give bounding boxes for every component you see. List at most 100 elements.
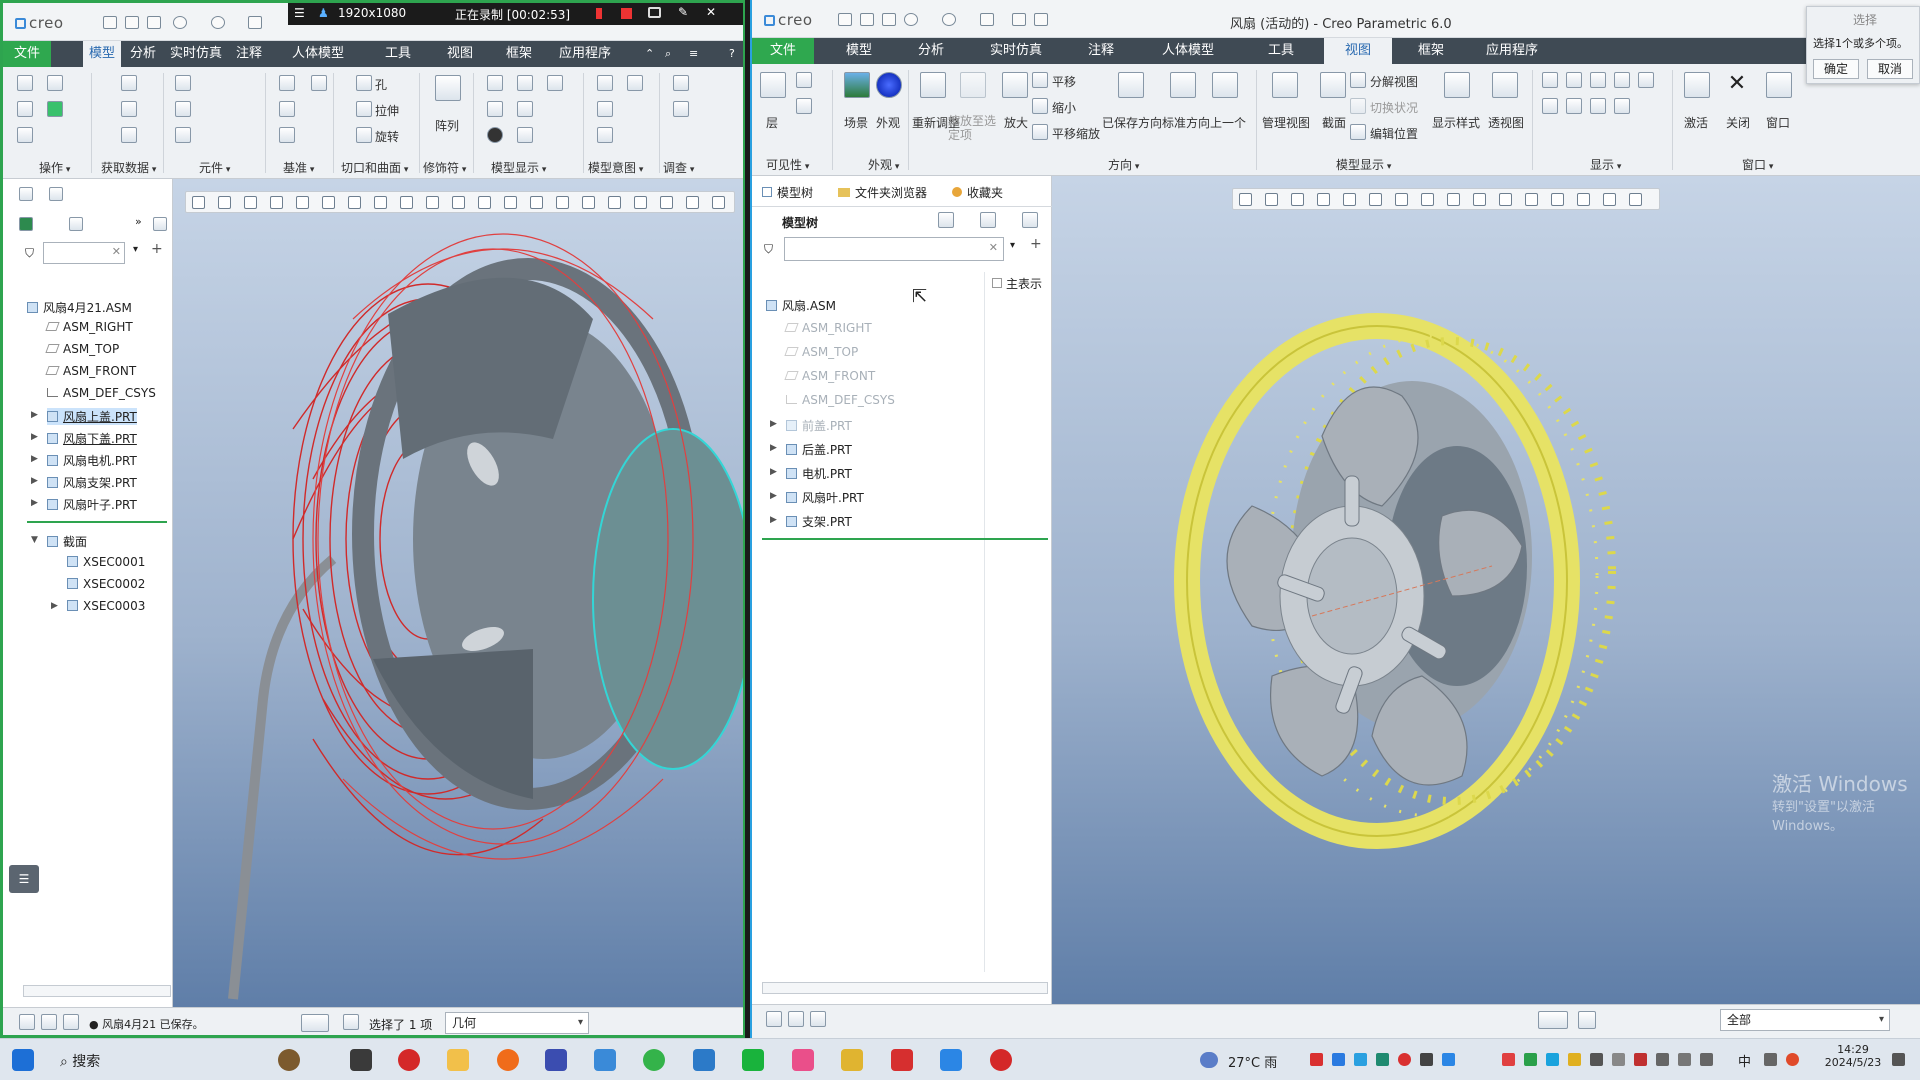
tray-icon[interactable] xyxy=(1398,1053,1411,1066)
wps-office-icon[interactable] xyxy=(891,1049,913,1071)
search-icon[interactable]: ⌕ xyxy=(659,41,677,67)
appearance-icon[interactable] xyxy=(876,72,902,98)
section-icon[interactable] xyxy=(1320,72,1346,98)
undo-icon[interactable] xyxy=(904,13,918,26)
repeat-icon[interactable] xyxy=(175,127,191,143)
annotation-display-icon[interactable] xyxy=(1638,72,1654,88)
measure-icon[interactable] xyxy=(673,75,689,91)
group-model-intent[interactable]: 模型意图 xyxy=(588,159,643,176)
window-icon[interactable] xyxy=(1766,72,1792,98)
tree-search-input[interactable]: ✕ xyxy=(43,242,125,264)
expand-arrow[interactable]: ▶ xyxy=(770,443,777,453)
collapse-ribbon-icon[interactable]: ⌃ xyxy=(639,41,660,67)
expand-arrow[interactable]: ▶ xyxy=(31,476,38,486)
search-dropdown-icon[interactable]: ▾ xyxy=(1010,240,1015,251)
group-appearance[interactable]: 外观 xyxy=(868,156,899,173)
point-display-icon[interactable] xyxy=(1590,72,1606,88)
open-icon[interactable] xyxy=(860,13,874,26)
manage-views-icon[interactable] xyxy=(1272,72,1298,98)
family-table-icon[interactable] xyxy=(597,101,613,117)
insert-indicator[interactable] xyxy=(27,521,167,523)
tab-human-model[interactable]: 人体模型 xyxy=(286,41,350,67)
regenerate-icon[interactable] xyxy=(980,13,994,26)
tab-analysis[interactable]: 分析 xyxy=(912,38,950,64)
paste-icon[interactable] xyxy=(17,127,33,143)
section-label[interactable]: 截面 xyxy=(1322,114,1346,131)
model-tree-icon[interactable] xyxy=(19,187,33,201)
task-view-icon[interactable] xyxy=(350,1049,372,1071)
tree-item-xsec2[interactable]: XSEC0002 xyxy=(67,577,145,591)
explode-icon[interactable] xyxy=(517,127,533,143)
tab-view[interactable]: 视图 xyxy=(1324,38,1392,64)
tray-icon[interactable] xyxy=(1590,1053,1603,1066)
zoom-to-selected-icon[interactable] xyxy=(960,72,986,98)
edit-position-icon[interactable] xyxy=(1350,124,1366,140)
standard-orientation-icon[interactable] xyxy=(1170,72,1196,98)
horizontal-scrollbar[interactable] xyxy=(23,985,171,997)
ok-button[interactable]: 确定 xyxy=(1813,59,1859,79)
hide-icon[interactable] xyxy=(796,72,812,88)
appearance-icon[interactable] xyxy=(487,101,503,117)
tree-item-bracket[interactable]: 支架.PRT xyxy=(786,513,852,530)
selection-filter-dropdown[interactable]: 几何 xyxy=(445,1012,589,1034)
tab-applications[interactable]: 应用程序 xyxy=(553,41,617,67)
tree-item-xsec3[interactable]: XSEC0003 xyxy=(67,599,145,613)
plane-display-icon[interactable] xyxy=(1542,72,1558,88)
zoom-out-label[interactable]: 缩小 xyxy=(1052,99,1076,116)
point-tag-icon[interactable] xyxy=(1590,98,1606,114)
sogou-icon[interactable] xyxy=(1786,1053,1799,1066)
tree-toggle-icon[interactable] xyxy=(766,1011,782,1027)
tree-item-motor[interactable]: 电机.PRT xyxy=(786,465,852,482)
tree-item-bracket[interactable]: 风扇支架.PRT xyxy=(47,474,137,491)
options-icon[interactable]: ≡ xyxy=(683,41,704,67)
layers-label[interactable]: 层 xyxy=(766,114,778,131)
tab-model[interactable]: 模型 xyxy=(83,41,122,67)
recorder-app-icon[interactable] xyxy=(398,1049,420,1071)
save-icon[interactable] xyxy=(882,13,896,26)
new-icon[interactable] xyxy=(838,13,852,26)
tab-framework[interactable]: 框架 xyxy=(1412,38,1450,64)
windows-start-icon[interactable] xyxy=(12,1049,34,1071)
switch-dims-icon[interactable] xyxy=(597,127,613,143)
tab-simulation[interactable]: 实时仿真 xyxy=(164,41,228,67)
microphone-icon[interactable] xyxy=(1700,1053,1713,1066)
tab-applications[interactable]: 应用程序 xyxy=(1480,38,1544,64)
firefox-icon[interactable] xyxy=(497,1049,519,1071)
tree-item-xsec1[interactable]: XSEC0001 xyxy=(67,555,145,569)
standard-orientation-label[interactable]: 标准方向 xyxy=(1162,114,1210,131)
expand-icon[interactable]: » xyxy=(135,215,142,228)
group-operations[interactable]: 操作 xyxy=(39,159,70,176)
assemble-icon[interactable] xyxy=(175,75,191,91)
group-show[interactable]: 显示 xyxy=(1590,156,1621,173)
clock[interactable]: 14:29 2024/5/23 xyxy=(1818,1043,1888,1069)
browser-toggle-icon[interactable] xyxy=(788,1011,804,1027)
tray-icon[interactable] xyxy=(1546,1053,1559,1066)
tree-item-blade[interactable]: 风扇叶子.PRT xyxy=(47,496,137,513)
pattern-label[interactable]: 阵列 xyxy=(435,117,459,134)
perspective-icon[interactable] xyxy=(1492,72,1518,98)
section-icon[interactable] xyxy=(547,75,563,91)
pan-zoom-icon[interactable] xyxy=(1032,124,1048,140)
tray-icon[interactable] xyxy=(1634,1053,1647,1066)
revolve-icon[interactable] xyxy=(356,127,372,143)
tree-item-front-cover[interactable]: 前盖.PRT xyxy=(786,417,852,434)
tree-item-assembly[interactable]: 风扇4月21.ASM xyxy=(27,299,132,316)
zoom-in-label[interactable]: 放大 xyxy=(1004,114,1028,131)
redo-icon[interactable] xyxy=(211,16,225,29)
toggle-status-label[interactable]: 切换状况 xyxy=(1370,99,1418,116)
create-component-icon[interactable] xyxy=(175,101,191,117)
tab-model[interactable]: 模型 xyxy=(840,38,878,64)
tray-icon[interactable] xyxy=(1420,1053,1433,1066)
expand-arrow[interactable]: ▶ xyxy=(31,454,38,464)
axis-display-icon[interactable] xyxy=(1566,72,1582,88)
record-icon[interactable] xyxy=(990,1049,1012,1071)
activate-label[interactable]: 激活 xyxy=(1684,114,1708,131)
tree-item-asm-right[interactable]: ASM_RIGHT xyxy=(784,321,872,335)
open-icon[interactable] xyxy=(125,16,139,29)
add-icon[interactable]: + xyxy=(1030,236,1042,252)
expand-arrow[interactable]: ▶ xyxy=(770,491,777,501)
toggle-status-icon[interactable] xyxy=(1350,98,1366,114)
saved-orientations-label[interactable]: 已保存方向 xyxy=(1102,114,1162,131)
zoom-to-selected-label[interactable]: 缩放至选定项 xyxy=(948,114,1002,142)
tree-item-bottom-cover[interactable]: 风扇下盖.PRT xyxy=(47,430,137,447)
